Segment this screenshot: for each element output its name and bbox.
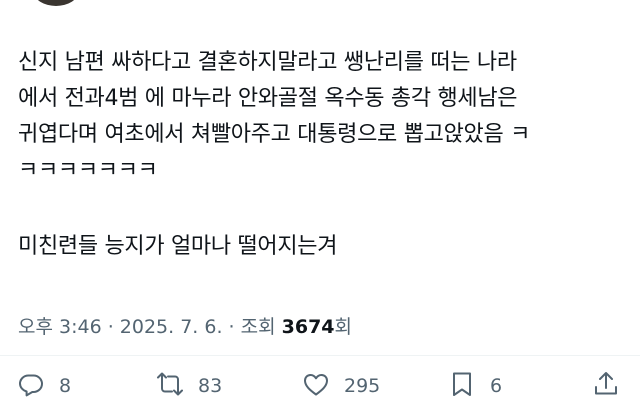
share-button[interactable] xyxy=(592,366,620,406)
tweet-detail: 신지 남편 싸하다고 결혼하지말라고 쌩난리를 떠는 나라 에서 전과4범 에 … xyxy=(0,0,640,417)
view-count: 3674 xyxy=(281,316,335,338)
avatar[interactable] xyxy=(34,0,78,6)
retweet-icon xyxy=(156,370,184,403)
reply-icon xyxy=(17,370,45,403)
reply-button[interactable]: 8 xyxy=(17,366,71,406)
like-count: 295 xyxy=(344,375,381,397)
like-icon xyxy=(302,370,330,403)
divider xyxy=(0,355,640,356)
tweet-text-line: 에서 전과4범 에 마누라 안와골절 옥수동 총각 행세남은 xyxy=(18,86,518,111)
tweet-meta: 오후 3:46 · 2025. 7. 6. · 조회 3674회 xyxy=(18,313,352,341)
bookmark-button[interactable]: 6 xyxy=(448,366,502,406)
tweet-text-line: 귀엽다며 여초에서 쳐빨아주고 대통령으로 뽑고앉았음 ㅋ xyxy=(18,122,531,147)
action-bar: 8 83 295 6 xyxy=(0,366,640,406)
like-button[interactable]: 295 xyxy=(302,366,380,406)
tweet-text-line: 미친련들 능지가 얼마나 떨어지는겨 xyxy=(18,234,338,259)
reply-count: 8 xyxy=(59,375,72,397)
bookmark-icon xyxy=(448,370,476,403)
share-icon xyxy=(592,370,620,403)
view-count-suffix: 회 xyxy=(334,316,353,338)
tweet-text-line: 신지 남편 싸하다고 결혼하지말라고 쌩난리를 떠는 나라 xyxy=(18,50,517,75)
tweet-text-line: ㅋㅋㅋㅋㅋㅋㅋ xyxy=(18,158,158,183)
timestamp[interactable]: 오후 3:46 · 2025. 7. 6. · 조회 xyxy=(18,316,282,338)
tweet-body: 신지 남편 싸하다고 결혼하지말라고 쌩난리를 떠는 나라 에서 전과4범 에 … xyxy=(18,45,623,265)
bookmark-count: 6 xyxy=(490,375,503,397)
retweet-button[interactable]: 83 xyxy=(156,366,222,406)
retweet-count: 83 xyxy=(198,375,223,397)
